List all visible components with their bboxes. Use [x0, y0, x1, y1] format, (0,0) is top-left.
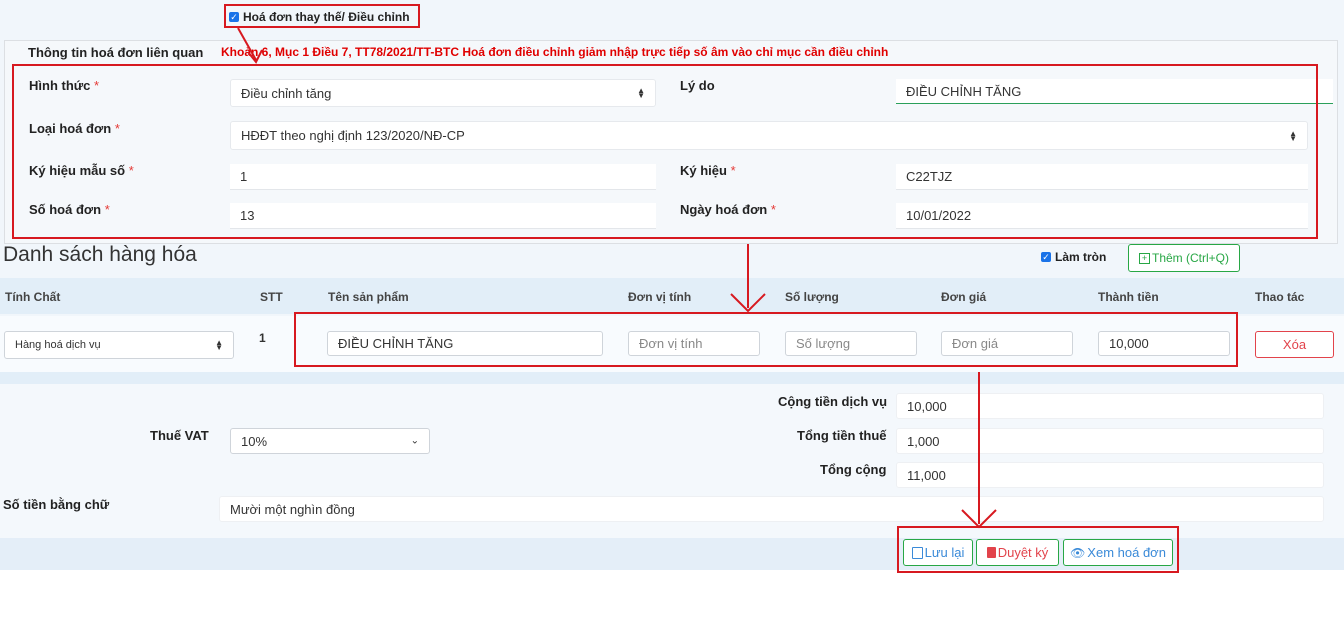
actions-highlight [897, 526, 1179, 573]
amount-in-words-value: Mười một nghìn đồng [219, 496, 1324, 522]
vat-label: Thuế VAT [150, 428, 209, 443]
replace-adjust-label: Hoá đơn thay thế/ Điều chỉnh [243, 10, 410, 24]
chevron-down-icon: ⌄ [410, 435, 419, 447]
tax-total-label: Tổng tiền thuế [797, 428, 887, 443]
vat-select[interactable]: 10% ⌄ [230, 428, 430, 454]
legal-annotation: Khoản 6, Mục 1 Điều 7, TT78/2021/TT-BTC … [221, 45, 889, 59]
plus-square-icon: + [1138, 252, 1150, 264]
add-row-label: Thêm (Ctrl+Q) [1151, 251, 1229, 265]
rounding-toggle[interactable]: ✓ Làm tròn [1041, 250, 1106, 264]
col-header-amount: Thành tiền [1098, 290, 1159, 304]
col-header-unit: Đơn vị tính [628, 290, 692, 304]
delete-row-button[interactable]: Xóa [1255, 331, 1334, 358]
tax-total-value: 1,000 [896, 428, 1324, 454]
row-stt: 1 [259, 331, 266, 345]
service-total-value: 10,000 [896, 393, 1324, 419]
select-updown-icon: ▲ ▼ [215, 338, 223, 352]
goods-separator [0, 372, 1344, 384]
amount-in-words-label: Số tiền bằng chữ [3, 497, 110, 512]
col-header-quantity: Số lượng [785, 290, 839, 304]
grand-total-label: Tổng cộng [820, 462, 887, 477]
col-header-actions: Thao tác [1255, 290, 1305, 304]
rounding-label: Làm tròn [1055, 250, 1107, 264]
grand-total-value: 11,000 [896, 462, 1324, 488]
col-header-nature: Tính Chất [5, 290, 61, 304]
related-form-highlight [12, 64, 1318, 239]
goods-list-title: Danh sách hàng hóa [3, 243, 197, 266]
goods-row-highlight [294, 312, 1238, 367]
col-header-stt: STT [260, 290, 283, 304]
service-total-label: Cộng tiền dịch vụ [778, 394, 888, 409]
col-header-product: Tên sản phẩm [328, 290, 409, 304]
col-header-price: Đơn giá [941, 290, 987, 304]
replace-adjust-checkbox-icon[interactable]: ✓ [229, 12, 239, 22]
nature-select[interactable]: Hàng hoá dịch vụ ▲ ▼ [4, 331, 234, 359]
nature-value: Hàng hoá dịch vụ [15, 339, 101, 351]
related-section-title: Thông tin hoá đơn liên quan [28, 45, 204, 60]
add-row-button[interactable]: + Thêm (Ctrl+Q) [1128, 244, 1240, 272]
vat-value: 10% [241, 433, 268, 449]
replace-adjust-toggle[interactable]: ✓ Hoá đơn thay thế/ Điều chỉnh [229, 10, 410, 24]
rounding-checkbox-icon[interactable]: ✓ [1041, 252, 1051, 262]
